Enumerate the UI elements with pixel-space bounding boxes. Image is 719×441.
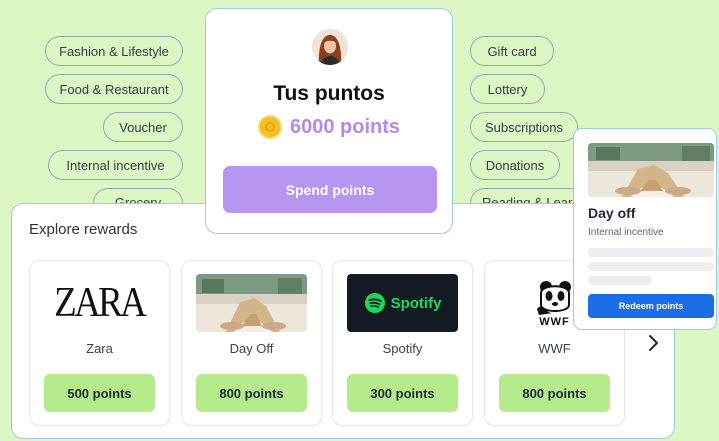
reward-cost-button[interactable]: 800 points [499,374,610,412]
reward-card-spotify[interactable]: Spotify Spotify 300 points [332,260,473,426]
wwf-logo-text: WWF [539,315,570,328]
reward-card-zara[interactable]: ZARA Zara 500 points [29,260,170,426]
reward-cost-button[interactable]: 500 points [44,374,155,412]
day-off-detail-image [588,143,714,197]
category-pill-fashion-lifestyle[interactable]: Fashion & Lifestyle [45,36,183,66]
category-pill-internal-incentive[interactable]: Internal incentive [48,150,183,180]
reward-name: Spotify [382,341,423,356]
spotify-logo: Spotify [347,274,458,332]
points-card: Tus puntos 6000 points Spend points [205,8,453,234]
reward-name: WWF [538,341,571,356]
redeem-points-button[interactable]: Redeem points [588,294,714,318]
coin-icon [257,115,282,139]
points-title: Tus puntos [273,82,385,105]
spend-points-button[interactable]: Spend points [223,166,437,213]
panda-icon [536,280,571,315]
spotify-icon [364,293,385,313]
points-value: 6000 points [289,115,401,138]
avatar [312,29,348,65]
chevron-right-icon[interactable] [642,332,664,354]
day-off-image [196,274,307,332]
reward-cost-button[interactable]: 300 points [347,374,458,412]
day-off-subtitle: Internal incentive [588,227,664,238]
category-pill-voucher[interactable]: Voucher [103,112,183,142]
reward-cost-button[interactable]: 800 points [196,374,307,412]
category-pill-lottery[interactable]: Lottery [470,74,545,104]
category-pill-food-restaurant[interactable]: Food & Restaurant [45,74,183,104]
reward-name: Zara [86,341,113,356]
zara-logo: ZARA [44,274,155,332]
spotify-logo-text: Spotify [390,294,442,312]
zara-logo-text: ZARA [54,280,147,326]
category-pill-donations[interactable]: Donations [470,150,560,180]
day-off-title: Day off [588,205,636,221]
day-off-detail-card: Day off Internal incentive Redeem points [573,128,717,330]
category-pill-gift-card[interactable]: Gift card [470,36,554,66]
placeholder-line [588,248,714,257]
reward-card-day-off[interactable]: Day Off 800 points [181,260,322,426]
points-balance: 6000 points [206,115,452,139]
category-pill-subscriptions[interactable]: Subscriptions [470,112,578,142]
explore-rewards-title: Explore rewards [29,221,138,238]
reward-name: Day Off [229,341,274,356]
placeholder-line [588,276,652,285]
placeholder-line [588,262,714,271]
